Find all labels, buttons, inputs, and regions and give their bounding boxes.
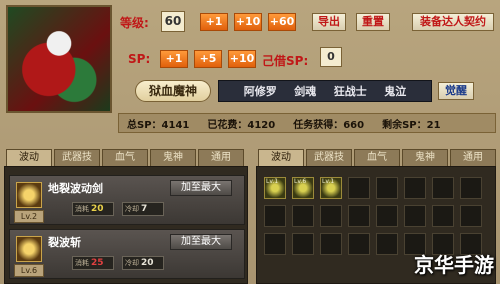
skill-slot[interactable] <box>348 233 370 255</box>
level-value: 60 <box>161 11 185 32</box>
skill-slot[interactable] <box>460 205 482 227</box>
quest-sp: 任务获得：660 <box>293 119 365 131</box>
skill-level-badge: Lv.2 <box>14 210 44 223</box>
skill-slot[interactable] <box>348 205 370 227</box>
right-tab-general[interactable]: 通用 <box>450 149 496 166</box>
left-tab-general[interactable]: 通用 <box>198 149 244 166</box>
skill-slot[interactable] <box>320 233 342 255</box>
right-tab-wave[interactable]: 波动 <box>258 149 304 166</box>
sp-plus-1-button[interactable]: +1 <box>160 50 188 68</box>
cost-pill: 消耗 25 <box>72 256 114 270</box>
subclass-asura[interactable]: 阿修罗 <box>244 83 277 99</box>
skill-name: 地裂波动剑 <box>48 182 103 195</box>
site-watermark: 京华手游 <box>414 253 494 277</box>
right-tab-weapon[interactable]: 武器技 <box>306 149 352 166</box>
skill-slot[interactable] <box>432 205 454 227</box>
skill-slot[interactable] <box>264 233 286 255</box>
left-tab-blood[interactable]: 血气 <box>102 149 148 166</box>
skill-slot[interactable] <box>348 177 370 199</box>
cooldown-pill: 冷却 7 <box>122 202 164 216</box>
sp-plus-5-button[interactable]: +5 <box>194 50 222 68</box>
slot-level-badge: Lv.1 <box>322 178 335 185</box>
level-label: 等级: <box>120 16 149 30</box>
skill-row[interactable]: Lv.2 地裂波动剑 加至最大 消耗 20 冷却 7 <box>9 175 245 225</box>
borrowed-sp-value: 0 <box>320 47 342 67</box>
skill-icon <box>16 182 42 208</box>
skill-slot[interactable] <box>460 177 482 199</box>
subclass-blade-master[interactable]: 剑魂 <box>294 83 316 99</box>
skill-level-badge: Lv.6 <box>14 264 44 277</box>
export-button[interactable]: 导出 <box>312 13 346 31</box>
skill-list-panel: Lv.2 地裂波动剑 加至最大 消耗 20 冷却 7 Lv.6 裂波斩 加至最大… <box>4 166 248 284</box>
skill-row[interactable]: Lv.6 裂波斩 加至最大 消耗 25 冷却 20 <box>9 229 245 279</box>
subclass-berserker[interactable]: 狂战士 <box>334 83 367 99</box>
spent-sp: 已花费：4120 <box>207 119 276 131</box>
skill-slot[interactable] <box>376 233 398 255</box>
skill-slot[interactable] <box>404 177 426 199</box>
subclass-soul-bender[interactable]: 鬼泣 <box>384 83 406 99</box>
left-tab-ghost[interactable]: 鬼神 <box>150 149 196 166</box>
level-plus-10-button[interactable]: +10 <box>234 13 262 31</box>
sp-stats-bar: 总SP：4141 已花费：4120 任务获得：660 剩余SP：21 <box>118 113 496 133</box>
subclass-bar: 阿修罗 剑魂 狂战士 鬼泣 <box>218 80 432 102</box>
add-max-button[interactable]: 加至最大 <box>170 180 232 196</box>
skill-slot[interactable] <box>292 233 314 255</box>
cost-tag: 消耗 <box>75 259 89 267</box>
slot-level-badge: Lv.6 <box>294 178 307 185</box>
borrowed-sp-label: 己借SP: <box>262 54 309 68</box>
total-sp: 总SP：4141 <box>127 119 190 131</box>
slot-level-badge: Lv.1 <box>266 178 279 185</box>
level-plus-1-button[interactable]: +1 <box>200 13 228 31</box>
sp-label: SP: <box>128 52 151 66</box>
cooldown-value: 20 <box>141 258 154 268</box>
cost-tag: 消耗 <box>75 205 89 213</box>
sp-plus-10-button[interactable]: +10 <box>228 50 256 68</box>
skill-icon <box>16 236 42 262</box>
cost-pill: 消耗 20 <box>72 202 114 216</box>
skill-slot[interactable] <box>376 205 398 227</box>
left-tab-wave[interactable]: 波动 <box>6 149 52 166</box>
left-tab-weapon[interactable]: 武器技 <box>54 149 100 166</box>
skill-name: 裂波斩 <box>48 236 81 249</box>
skill-slot[interactable] <box>432 177 454 199</box>
remaining-sp: 剩余SP：21 <box>382 119 441 131</box>
skill-slot[interactable] <box>264 205 286 227</box>
equipment-master-contract-button[interactable]: 装备达人契约 <box>412 13 494 31</box>
character-portrait <box>6 5 112 113</box>
right-tab-blood[interactable]: 血气 <box>354 149 400 166</box>
skill-slot[interactable] <box>292 205 314 227</box>
skill-slot[interactable]: Lv.6 <box>292 177 314 199</box>
right-tab-ghost[interactable]: 鬼神 <box>402 149 448 166</box>
job-title-badge: 狱血魔神 <box>135 80 211 102</box>
left-tab-bar: 波动 武器技 血气 鬼神 通用 <box>6 149 244 166</box>
skill-slot-grid: Lv.1 Lv.6 Lv.1 <box>264 177 482 255</box>
cost-value: 25 <box>91 258 104 268</box>
cooldown-tag: 冷却 <box>125 205 139 213</box>
skill-slot[interactable] <box>376 177 398 199</box>
add-max-button[interactable]: 加至最大 <box>170 234 232 250</box>
skill-simulator-window: 等级: 60 +1 +10 +60 导出 重置 装备达人契约 SP: +1 +5… <box>0 0 500 284</box>
skill-slot[interactable] <box>404 205 426 227</box>
skill-slot[interactable] <box>320 205 342 227</box>
cooldown-tag: 冷却 <box>125 259 139 267</box>
right-tab-bar: 波动 武器技 血气 鬼神 通用 <box>258 149 496 166</box>
level-plus-60-button[interactable]: +60 <box>268 13 296 31</box>
reset-button[interactable]: 重置 <box>356 13 390 31</box>
cooldown-pill: 冷却 20 <box>122 256 164 270</box>
cost-value: 20 <box>91 204 104 214</box>
awaken-button[interactable]: 觉醒 <box>438 82 474 100</box>
skill-slot[interactable]: Lv.1 <box>264 177 286 199</box>
skill-slot[interactable]: Lv.1 <box>320 177 342 199</box>
cooldown-value: 7 <box>141 204 148 214</box>
